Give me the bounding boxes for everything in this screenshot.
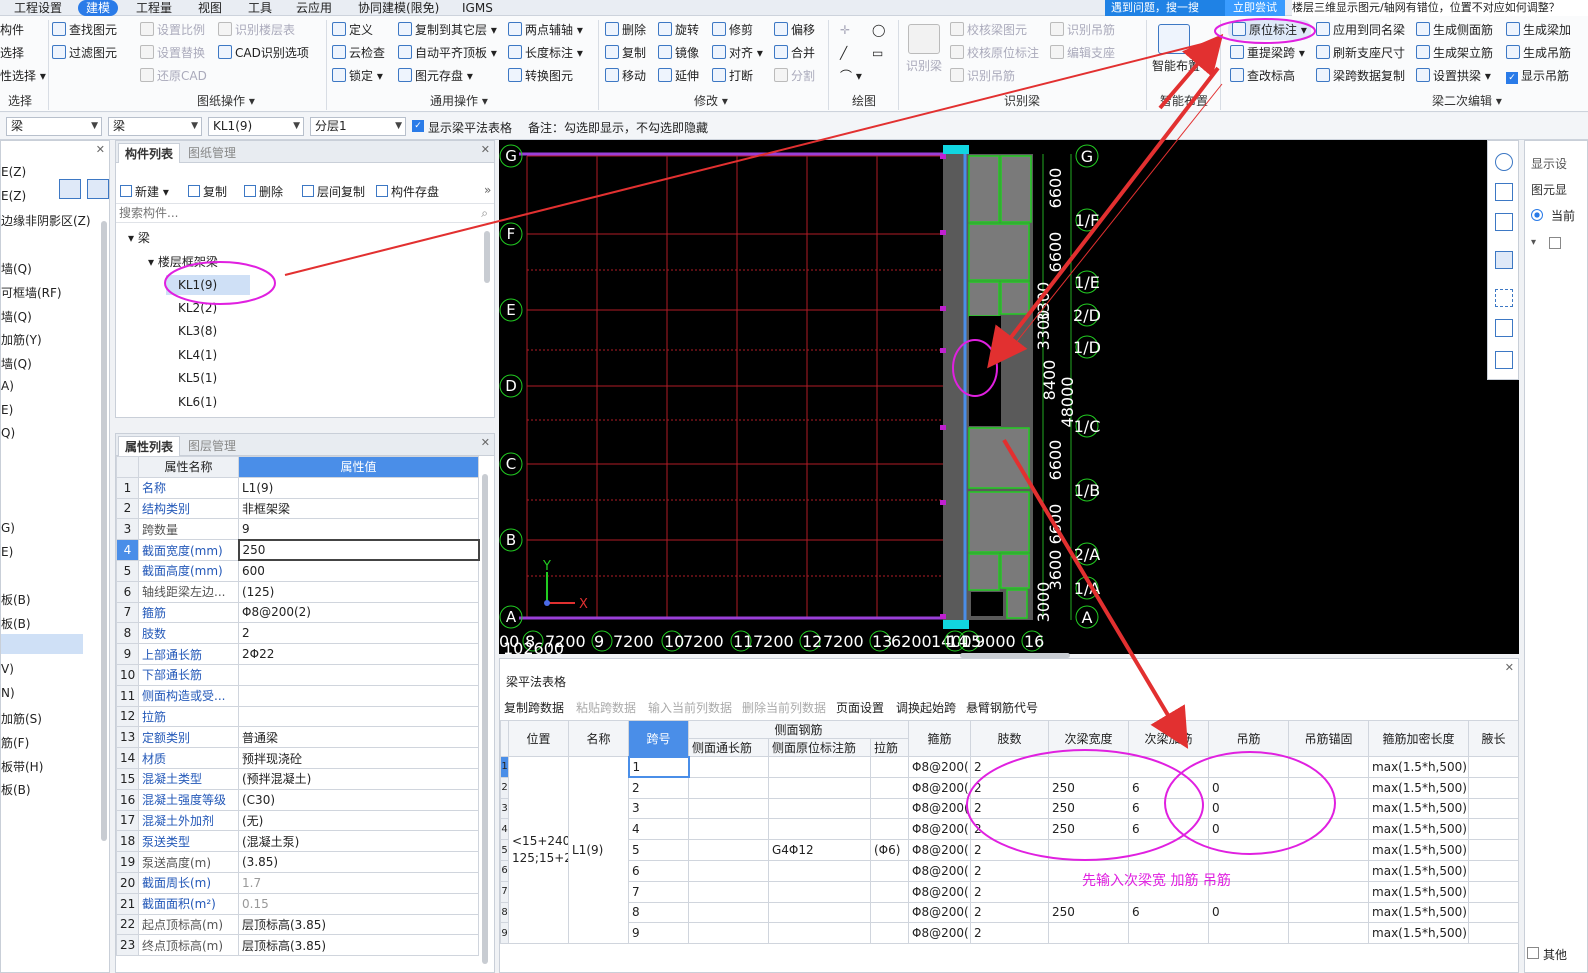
highlight-circle-width-add: [966, 749, 1204, 861]
annotation-overlay: 先输入次梁宽 加筋 吊筋: [164, 18, 1336, 889]
arrow-to-table: [1002, 438, 1189, 749]
highlight-circle-orig-label: [1214, 18, 1316, 44]
highlight-circle-hanger: [1164, 751, 1336, 855]
arrow-member-to-label: [284, 39, 1219, 276]
thin-arrow-line: [1001, 83, 1223, 361]
arrow-to-orig-label: [1158, 33, 1224, 110]
highlight-circle-member: [164, 261, 276, 305]
arrow-to-beam: [987, 66, 1220, 369]
annotation-text: 先输入次梁宽 加筋 吊筋: [1082, 872, 1231, 889]
